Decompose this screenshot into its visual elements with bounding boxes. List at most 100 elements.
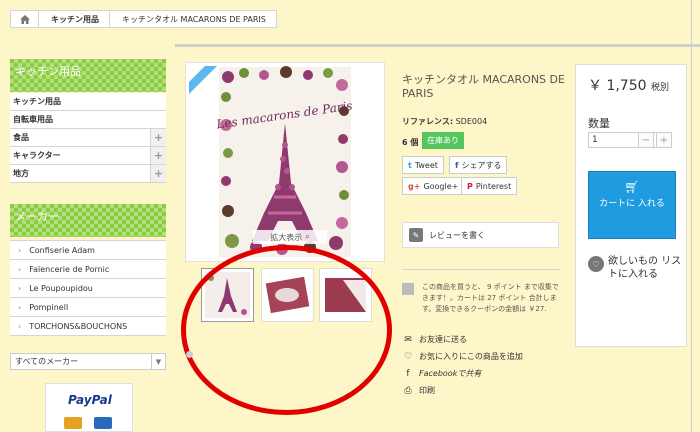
- loyalty-points-text: この商品を買うと、 9 ポイント まで収集できます！。カートは 27 ポイント …: [402, 282, 562, 315]
- product-reference: リファレンス: SDE004: [402, 116, 487, 127]
- pinterest-label: Pinterest: [475, 181, 512, 191]
- product-actions: ✉ お友達に送る ♡ お気に入りにこの商品を追加 f Facebookで共有 ⎙ 印刷: [402, 332, 523, 400]
- heart-icon: ♡: [403, 351, 413, 362]
- stock-quantity: 6 個: [402, 138, 419, 147]
- tax-label: 税別: [650, 83, 669, 93]
- category-list: キッチン用品 自転車用品 食品 + キャラクター + 地方 +: [10, 93, 166, 183]
- flag-icon: [402, 283, 414, 295]
- chevron-right-icon: ›: [18, 302, 22, 312]
- tweet-label: Tweet: [414, 160, 438, 170]
- facebook-icon: f: [406, 368, 410, 379]
- maker-label: Le Poupoupidou: [29, 283, 93, 293]
- quantity-label: 数量: [588, 117, 610, 130]
- expand-icon[interactable]: +: [150, 129, 166, 146]
- maker-label: Confiserie Adam: [29, 245, 95, 255]
- chevron-right-icon: ›: [18, 321, 22, 331]
- zoom-button[interactable]: 拡大表示 ⌕: [253, 230, 327, 244]
- maker-label: TORCHONS&BOUCHONS: [29, 321, 128, 331]
- send-to-friend-link[interactable]: ✉ お友達に送る: [402, 332, 523, 347]
- pinterest-button[interactable]: P Pinterest: [461, 177, 518, 195]
- category-item-character[interactable]: キャラクター +: [10, 147, 166, 165]
- facebook-icon: f: [455, 160, 459, 170]
- search-icon: ⌕: [305, 232, 310, 241]
- category-label: キッチン用品: [13, 97, 61, 106]
- category-item-food[interactable]: 食品 +: [10, 129, 166, 147]
- maker-item[interactable]: › Faïencerie de Pornic: [10, 260, 166, 279]
- zoom-label: 拡大表示: [270, 232, 303, 242]
- divider: [402, 269, 560, 270]
- facebook-label: シェアする: [461, 160, 502, 170]
- category-label: 地方: [13, 169, 29, 178]
- new-ribbon-icon: [189, 66, 217, 94]
- envelope-icon: ✉: [404, 334, 412, 345]
- facebook-share-link[interactable]: f Facebookで共有: [402, 366, 523, 381]
- reference-value: SDE004: [455, 117, 488, 126]
- facebook-share-button[interactable]: f シェアする: [449, 156, 508, 174]
- googleplus-label: Google+: [423, 181, 459, 191]
- mastercard-icon: [64, 417, 82, 429]
- maker-item[interactable]: › Le Poupoupidou: [10, 279, 166, 298]
- chevron-down-icon: ▼: [151, 354, 165, 369]
- chevron-right-icon: ›: [18, 283, 22, 293]
- chevron-right-icon: ›: [18, 245, 22, 255]
- maestro-icon: [94, 417, 112, 429]
- print-label: 印刷: [419, 386, 435, 395]
- category-block-title: キッチン用品: [10, 59, 166, 92]
- maker-item[interactable]: › Pompinell: [10, 298, 166, 317]
- heart-icon: ♡: [588, 256, 604, 272]
- buy-box: ￥ 1,750 税別 数量 1 − + 🛒︎ カートに 入れる ♡ 欲しいもの …: [575, 64, 687, 347]
- quantity-minus-button[interactable]: −: [638, 132, 654, 148]
- review-label: レビューを書く: [429, 230, 485, 240]
- maker-label: Pompinell: [29, 302, 69, 312]
- cart-label: カートに 入れる: [599, 199, 665, 209]
- pencil-icon: ✎: [409, 228, 423, 242]
- category-item-region[interactable]: 地方 +: [10, 165, 166, 183]
- print-icon: ⎙: [404, 385, 412, 396]
- breadcrumb: キッチン用品 キッチンタオル MACARONS DE PARIS: [10, 10, 277, 28]
- breadcrumb-item-current: キッチンタオル MACARONS DE PARIS: [122, 14, 266, 24]
- category-label: キャラクター: [13, 151, 61, 160]
- category-label: 食品: [13, 133, 29, 142]
- facebook-share-label: Facebookで共有: [419, 369, 482, 378]
- expand-icon[interactable]: +: [150, 147, 166, 164]
- print-link[interactable]: ⎙ 印刷: [402, 383, 523, 398]
- maker-label: Faïencerie de Pornic: [29, 264, 110, 274]
- breadcrumb-item-kitchen[interactable]: キッチン用品: [39, 11, 110, 27]
- googleplus-icon: g+: [408, 181, 421, 191]
- points-text: この商品を買うと、 9 ポイント まで収集できます！。カートは 27 ポイント …: [422, 283, 559, 313]
- pinterest-icon: P: [467, 181, 473, 191]
- chevron-right-icon: ›: [18, 264, 22, 274]
- annotation-circle: [181, 245, 392, 415]
- category-item-bicycle[interactable]: 自転車用品: [10, 111, 166, 129]
- category-label: 自転車用品: [13, 115, 53, 124]
- maker-list: › Confiserie Adam › Faïencerie de Pornic ›…: [10, 240, 166, 336]
- quantity-plus-button[interactable]: +: [656, 132, 672, 148]
- tweet-button[interactable]: t Tweet: [402, 156, 444, 174]
- price: ￥ 1,750 税別: [588, 75, 669, 95]
- wishlist-button[interactable]: ♡ 欲しいもの リストに入れる: [588, 255, 684, 281]
- price-value: ￥ 1,750: [588, 78, 647, 94]
- divider: [691, 0, 692, 432]
- maker-select[interactable]: すべてのメーカー ▼: [10, 353, 166, 370]
- pagination-dot[interactable]: [186, 351, 193, 358]
- wishlist-label: 欲しいもの リストに入れる: [608, 256, 682, 280]
- maker-item[interactable]: › TORCHONS&BOUCHONS: [10, 317, 166, 336]
- expand-icon[interactable]: +: [150, 165, 166, 182]
- add-favorite-link[interactable]: ♡ お気に入りにこの商品を追加: [402, 349, 523, 364]
- reference-label: リファレンス:: [402, 117, 454, 126]
- divider: [175, 44, 700, 47]
- home-icon[interactable]: [11, 11, 39, 27]
- write-review-button[interactable]: ✎ レビューを書く: [402, 222, 559, 248]
- product-title: キッチンタオル MACARONS DE PARIS: [402, 73, 565, 100]
- send-label: お友達に送る: [419, 335, 467, 344]
- stock-badge: 在庫あり: [422, 132, 464, 149]
- paypal-logo-text: PayPal: [68, 393, 112, 407]
- add-to-cart-button[interactable]: 🛒︎ カートに 入れる: [588, 171, 676, 239]
- favorite-label: お気に入りにこの商品を追加: [419, 352, 523, 361]
- paypal-logo: PayPal: [45, 383, 133, 432]
- maker-item[interactable]: › Confiserie Adam: [10, 241, 166, 260]
- googleplus-button[interactable]: g+ Google+: [402, 177, 465, 195]
- cart-icon: 🛒︎: [624, 180, 640, 194]
- maker-select-value: すべてのメーカー: [15, 357, 79, 366]
- category-item-kitchen[interactable]: キッチン用品: [10, 93, 166, 111]
